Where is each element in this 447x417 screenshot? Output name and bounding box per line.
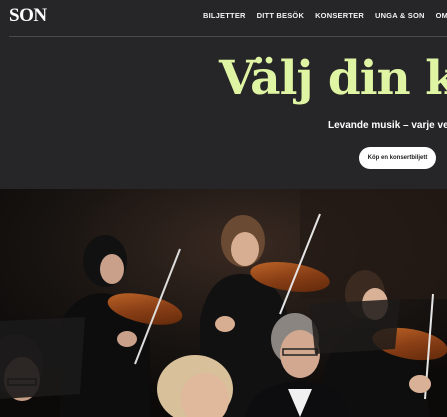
hero-title: Välj din ko	[219, 51, 447, 106]
buy-ticket-button[interactable]: Köp en konsertbiljett	[359, 147, 436, 169]
orchestra-image	[0, 189, 447, 417]
orchestra-video[interactable]	[0, 189, 447, 417]
nav-item-unga-son[interactable]: UNGA & SON	[375, 11, 425, 20]
main-nav: BILJETTER DITT BESÖK KONSERTER UNGA & SO…	[203, 11, 447, 20]
site-header: SON BILJETTER DITT BESÖK KONSERTER UNGA …	[0, 0, 447, 37]
header-divider	[9, 36, 447, 37]
nav-item-biljetter[interactable]: BILJETTER	[203, 11, 246, 20]
nav-item-om-oss[interactable]: OM OSS	[436, 11, 447, 20]
nav-item-ditt-besok[interactable]: DITT BESÖK	[257, 11, 304, 20]
nav-item-konserter[interactable]: KONSERTER	[315, 11, 364, 20]
logo[interactable]: SON	[9, 5, 47, 27]
page: SON BILJETTER DITT BESÖK KONSERTER UNGA …	[0, 0, 447, 417]
hero-subtitle: Levande musik – varje ve	[328, 120, 447, 131]
